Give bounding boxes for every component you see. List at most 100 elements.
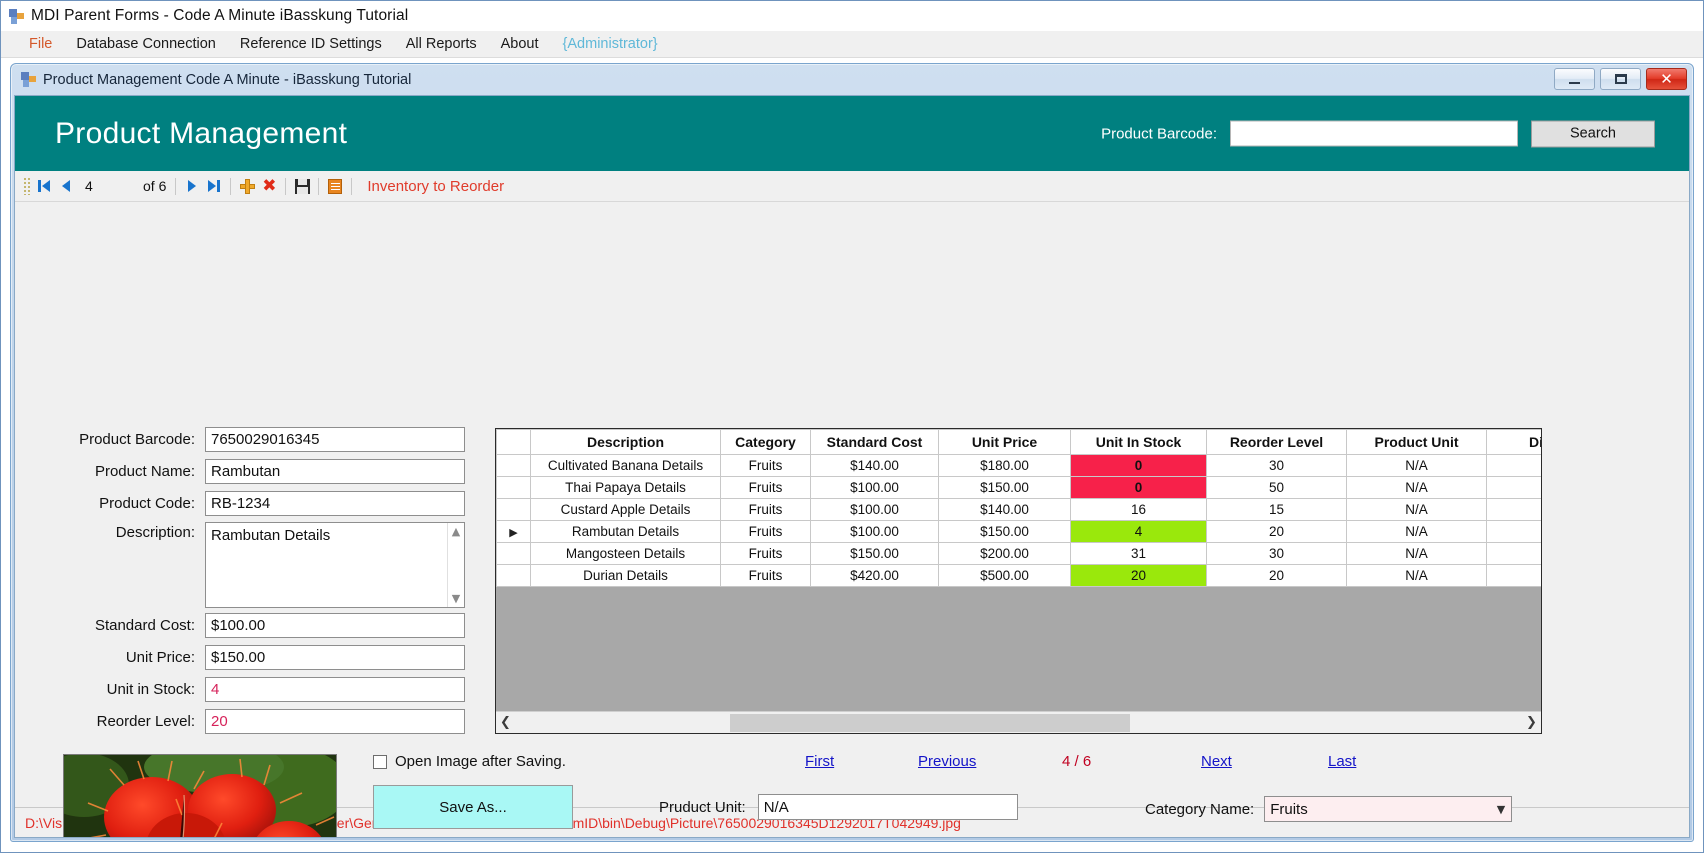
chevron-up-icon[interactable]: ▲ — [448, 523, 464, 540]
product-picture[interactable] — [63, 754, 337, 837]
add-new-button[interactable] — [236, 175, 258, 197]
table-row[interactable]: Thai Papaya Details Fruits $100.00 $150.00 0… — [496, 476, 1541, 499]
record-first-link[interactable]: First — [805, 753, 834, 770]
cell-reorder-level[interactable]: 30 — [1206, 454, 1347, 477]
chevron-down-icon[interactable]: ▼ — [448, 590, 464, 607]
open-image-checkbox[interactable] — [373, 754, 387, 769]
move-first-button[interactable] — [33, 175, 55, 197]
cell-reorder-level[interactable]: 20 — [1206, 520, 1347, 543]
cell-unit-price[interactable]: $200.00 — [938, 542, 1071, 565]
table-row[interactable]: ▶ Rambutan Details Fruits $100.00 $150.00 4 20… — [496, 520, 1541, 543]
cell-standard-cost[interactable]: $100.00 — [810, 476, 939, 499]
description-textarea[interactable]: Rambutan Details ▲ ▼ — [205, 522, 465, 608]
cell-reorder-level[interactable]: 30 — [1206, 542, 1347, 565]
search-button[interactable]: Search — [1531, 120, 1655, 147]
inventory-to-reorder-link[interactable]: Inventory to Reorder — [367, 178, 504, 195]
cell-description[interactable]: Mangosteen Details — [530, 542, 721, 565]
menu-item-reference-id-settings[interactable]: Reference ID Settings — [228, 33, 394, 55]
cell-discontinued[interactable] — [1486, 454, 1541, 477]
cell-reorder-level[interactable]: 20 — [1206, 564, 1347, 587]
product-code-input[interactable] — [205, 491, 465, 516]
cell-product-unit[interactable]: N/A — [1346, 520, 1487, 543]
barcode-search-input[interactable] — [1230, 120, 1518, 147]
cell-unit-in-stock[interactable]: 4 — [1070, 520, 1207, 543]
record-next-link[interactable]: Next — [1201, 753, 1232, 770]
row-selector-cell[interactable] — [496, 564, 531, 587]
chevron-left-icon[interactable]: ❮ — [496, 713, 515, 733]
menu-item-file[interactable]: File — [17, 33, 64, 55]
row-selector-cell[interactable]: ▶ — [496, 520, 531, 543]
cell-product-unit[interactable]: N/A — [1346, 542, 1487, 565]
cell-product-unit[interactable]: N/A — [1346, 564, 1487, 587]
cell-product-unit[interactable]: N/A — [1346, 454, 1487, 477]
description-scrollbar[interactable]: ▲ ▼ — [447, 523, 464, 607]
close-button[interactable]: ✕ — [1646, 68, 1687, 90]
cell-category[interactable]: Fruits — [720, 520, 811, 543]
column-header-product-unit[interactable]: Product Unit — [1346, 429, 1487, 455]
row-selector-cell[interactable] — [496, 542, 531, 565]
hscroll-track[interactable] — [515, 712, 1522, 733]
product-barcode-input[interactable] — [205, 427, 465, 452]
cell-category[interactable]: Fruits — [720, 564, 811, 587]
column-header-category[interactable]: Category — [720, 429, 811, 455]
cell-standard-cost[interactable]: $100.00 — [810, 520, 939, 543]
column-header-description[interactable]: Description — [530, 429, 721, 455]
chevron-down-icon[interactable]: ▼ — [1497, 803, 1505, 816]
table-row[interactable]: Cultivated Banana Details Fruits $140.00 $1… — [496, 454, 1541, 477]
category-name-combobox[interactable] — [1264, 796, 1513, 822]
row-selector-cell[interactable] — [496, 476, 531, 499]
menu-item-administrator[interactable]: {Administrator} — [551, 33, 670, 55]
datagrid-horizontal-scrollbar[interactable]: ❮ ❯ — [496, 711, 1541, 733]
unit-in-stock-input[interactable] — [205, 677, 465, 702]
cell-description[interactable]: Rambutan Details — [530, 520, 721, 543]
open-image-after-saving-row[interactable]: Open Image after Saving. — [373, 753, 566, 770]
maximize-button[interactable] — [1600, 68, 1641, 90]
cell-discontinued[interactable] — [1486, 542, 1541, 565]
record-position-input[interactable] — [81, 175, 139, 197]
cell-product-unit[interactable]: N/A — [1346, 476, 1487, 499]
cell-category[interactable]: Fruits — [720, 454, 811, 477]
cell-unit-price[interactable]: $500.00 — [938, 564, 1071, 587]
column-header-unit-price[interactable]: Unit Price — [938, 429, 1071, 455]
cell-description[interactable]: Durian Details — [530, 564, 721, 587]
cell-reorder-level[interactable]: 50 — [1206, 476, 1347, 499]
record-previous-link[interactable]: Previous — [918, 753, 976, 770]
table-row[interactable]: Durian Details Fruits $420.00 $500.00 20 20 N/… — [496, 564, 1541, 587]
cell-unit-in-stock[interactable]: 0 — [1070, 454, 1207, 477]
standard-cost-input[interactable] — [205, 613, 465, 638]
column-header-standard-cost[interactable]: Standard Cost — [810, 429, 939, 455]
save-as-button[interactable]: Save As... — [373, 785, 573, 829]
report-button[interactable] — [324, 175, 346, 197]
cell-standard-cost[interactable]: $420.00 — [810, 564, 939, 587]
menu-item-database-connection[interactable]: Database Connection — [64, 33, 227, 55]
child-titlebar[interactable]: Product Management Code A Minute - iBass… — [11, 64, 1693, 95]
column-header-discontinued[interactable]: Dis — [1486, 429, 1541, 455]
cell-standard-cost[interactable]: $150.00 — [810, 542, 939, 565]
cell-unit-in-stock[interactable]: 20 — [1070, 564, 1207, 587]
product-unit-input[interactable] — [757, 794, 1018, 820]
cell-category[interactable]: Fruits — [720, 542, 811, 565]
unit-price-input[interactable] — [205, 645, 465, 670]
cell-unit-in-stock[interactable]: 0 — [1070, 476, 1207, 499]
cell-description[interactable]: Custard Apple Details — [530, 498, 721, 521]
save-button[interactable] — [291, 175, 313, 197]
table-row[interactable]: Custard Apple Details Fruits $100.00 $140.0… — [496, 498, 1541, 521]
column-header-reorder-level[interactable]: Reorder Level — [1206, 429, 1347, 455]
menu-item-about[interactable]: About — [489, 33, 551, 55]
cell-description[interactable]: Cultivated Banana Details — [530, 454, 721, 477]
cell-unit-price[interactable]: $180.00 — [938, 454, 1071, 477]
hscroll-thumb[interactable] — [730, 713, 1130, 732]
cell-discontinued[interactable] — [1486, 520, 1541, 543]
cell-product-unit[interactable]: N/A — [1346, 498, 1487, 521]
product-name-input[interactable] — [205, 459, 465, 484]
row-selector-cell[interactable] — [496, 498, 531, 521]
cell-unit-price[interactable]: $140.00 — [938, 498, 1071, 521]
cell-discontinued[interactable] — [1486, 498, 1541, 521]
cell-discontinued[interactable] — [1486, 476, 1541, 499]
move-previous-button[interactable] — [55, 175, 77, 197]
delete-button[interactable]: ✖ — [258, 175, 280, 197]
cell-unit-in-stock[interactable]: 16 — [1070, 498, 1207, 521]
discontinued-row[interactable]: Discontinued — [1278, 837, 1387, 838]
products-datagrid[interactable]: Description Category Standard Cost Unit … — [495, 428, 1542, 734]
cell-description[interactable]: Thai Papaya Details — [530, 476, 721, 499]
